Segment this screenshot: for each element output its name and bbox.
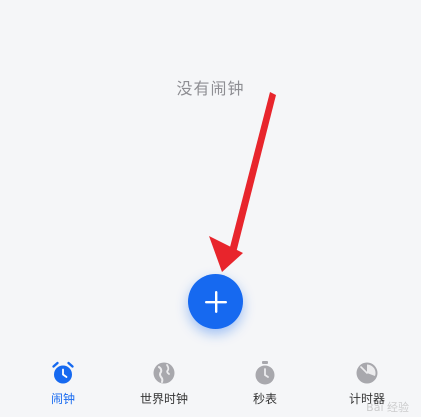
globe-icon xyxy=(151,360,177,386)
empty-state-message: 没有闹钟 xyxy=(176,79,245,98)
tab-alarm-label: 闹钟 xyxy=(50,392,75,406)
stopwatch-icon xyxy=(252,360,278,386)
add-alarm-button[interactable] xyxy=(188,274,243,329)
clock-app-screen: 没有闹钟 闹钟 世界时钟 秒表 计时器 Bai 经验 xyxy=(0,0,421,417)
timer-icon xyxy=(354,360,380,386)
tab-world-clock-label: 世界时钟 xyxy=(139,392,188,406)
alarm-clock-icon xyxy=(50,360,76,386)
tab-stopwatch-label: 秒表 xyxy=(252,392,277,406)
tab-world-clock[interactable]: 世界时钟 xyxy=(119,360,209,407)
watermark-text: Bai 经验 xyxy=(366,401,409,414)
tab-stopwatch[interactable]: 秒表 xyxy=(220,360,310,407)
bottom-tab-bar: 闹钟 世界时钟 秒表 计时器 xyxy=(0,352,421,417)
tab-alarm[interactable]: 闹钟 xyxy=(18,360,108,407)
plus-icon xyxy=(204,290,227,313)
